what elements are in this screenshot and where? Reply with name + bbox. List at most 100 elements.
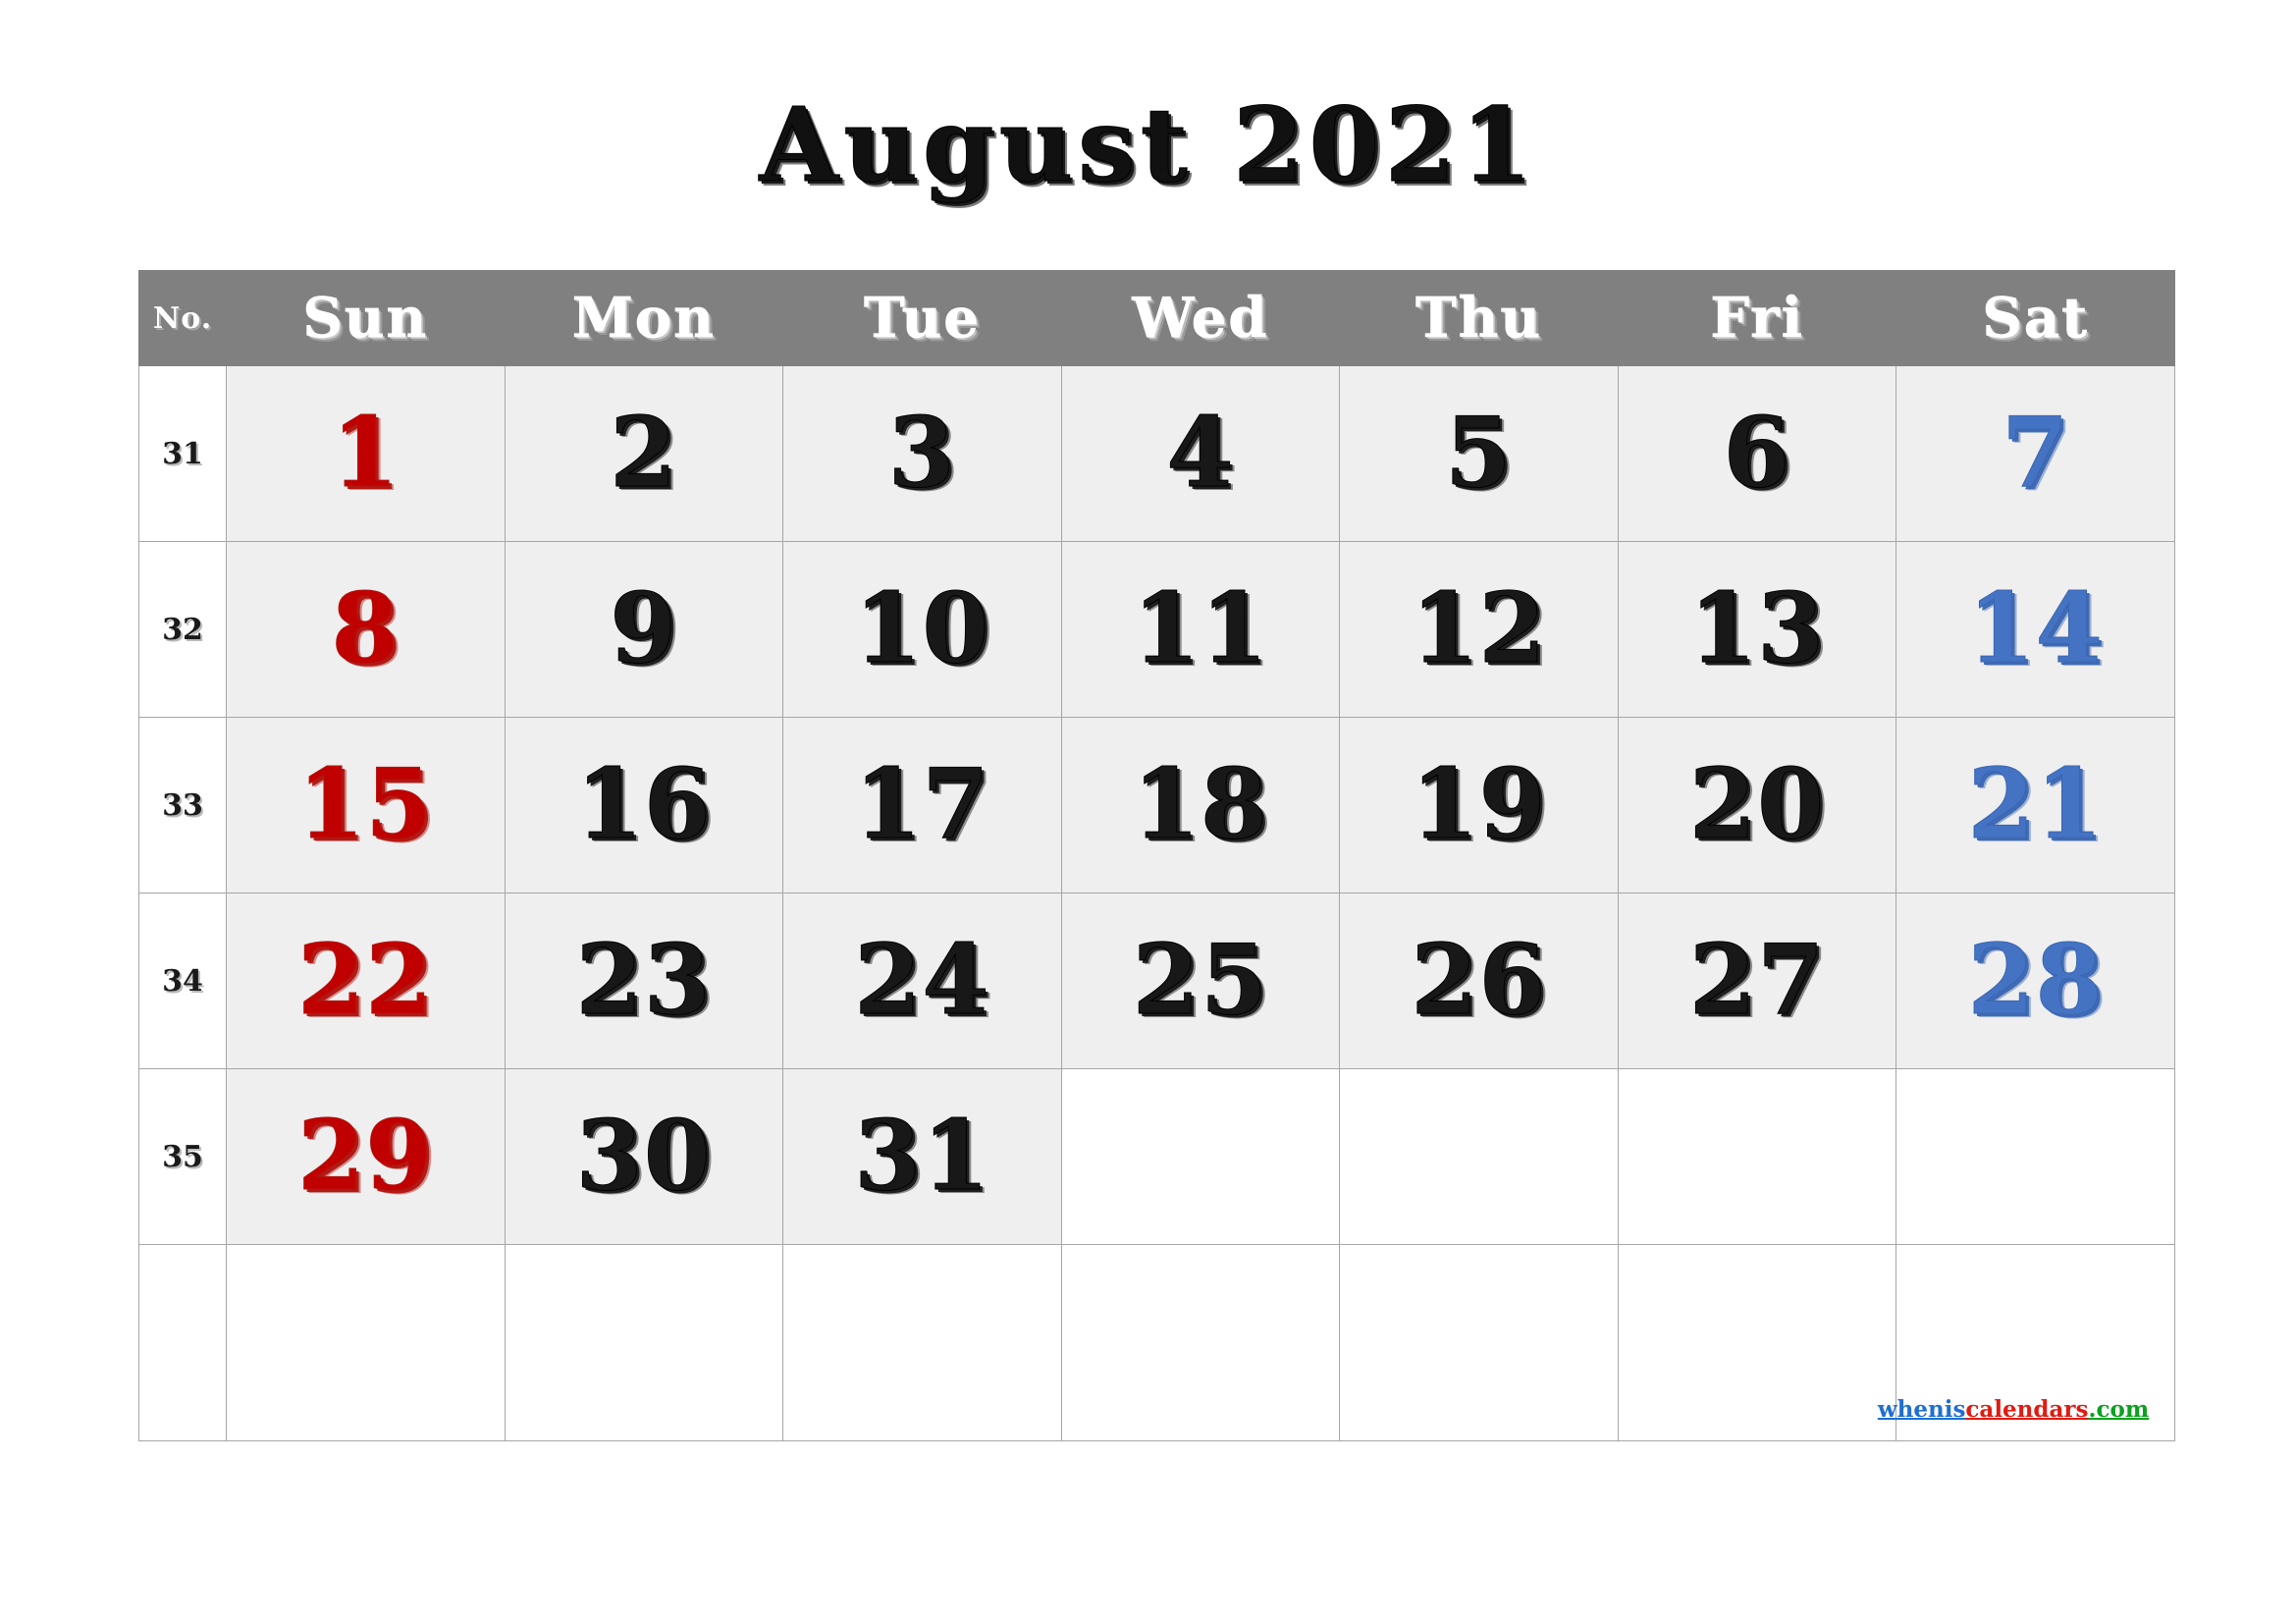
day-cell[interactable]: 29 [226,1068,506,1245]
watermark-part-3: .com [2088,1395,2150,1423]
watermark-part-1: whenis [1877,1395,1966,1423]
day-number: 4 [1166,397,1235,510]
day-cell[interactable]: 1 [226,365,506,542]
day-cell-empty[interactable] [1896,1068,2175,1245]
day-cell[interactable]: 23 [504,893,784,1069]
day-cell[interactable]: 18 [1060,717,1341,893]
calendar-week-row: 32 8 9 10 11 12 13 14 [138,541,2175,718]
day-cell[interactable]: 14 [1896,541,2175,718]
day-cell[interactable]: 25 [1060,893,1341,1069]
day-number: 29 [297,1100,434,1213]
day-number: 19 [1411,748,1547,861]
header-week-number: No. [138,270,227,366]
day-cell[interactable]: 16 [504,717,784,893]
day-cell-empty[interactable] [1617,1244,1897,1441]
header-day-fri: Fri [1617,270,1897,366]
day-cell[interactable]: 24 [782,893,1062,1069]
week-number-cell [138,1244,227,1441]
calendar-table: No. Sun Mon Tue Wed Thu Fri Sat 31 1 2 3 4 5 6… [138,270,2175,1441]
day-cell[interactable]: 17 [782,717,1062,893]
day-number: 12 [1411,572,1547,685]
calendar-page: August 2021 No. Sun Mon Tue Wed Thu Fri … [0,0,2296,1624]
day-number: 30 [575,1100,713,1213]
day-number: 31 [854,1100,990,1213]
day-cell[interactable]: 15 [226,717,506,893]
day-number: 17 [854,748,990,861]
day-cell[interactable]: 9 [504,541,784,718]
day-number: 3 [887,397,956,510]
day-cell[interactable]: 10 [782,541,1062,718]
day-cell[interactable]: 11 [1060,541,1341,718]
day-number: 21 [1967,748,2104,861]
day-cell[interactable]: 27 [1617,893,1897,1069]
day-cell-empty[interactable] [1339,1244,1619,1441]
day-number: 11 [1132,572,1269,685]
day-number: 22 [297,924,434,1037]
day-cell-empty[interactable] [226,1244,506,1441]
day-number: 27 [1688,924,1826,1037]
calendar-week-row: 34 22 23 24 25 26 27 28 [138,893,2175,1069]
week-number-cell: 33 [138,717,227,893]
day-number: 24 [854,924,990,1037]
day-number: 25 [1132,924,1269,1037]
day-cell[interactable]: 5 [1339,365,1619,542]
site-watermark[interactable]: wheniscalendars.com [1866,1394,2161,1425]
day-number: 23 [575,924,713,1037]
header-day-sun: Sun [226,270,506,366]
day-number: 8 [331,572,400,685]
day-number: 15 [297,748,434,861]
day-cell[interactable]: 3 [782,365,1062,542]
week-number-cell: 34 [138,893,227,1069]
day-cell[interactable]: 19 [1339,717,1619,893]
day-cell[interactable]: 7 [1896,365,2175,542]
header-day-thu: Thu [1339,270,1619,366]
calendar-week-row: 31 1 2 3 4 5 6 7 [138,365,2175,542]
day-number: 14 [1967,572,2104,685]
day-cell-empty[interactable] [1617,1068,1897,1245]
day-cell[interactable]: 20 [1617,717,1897,893]
week-number-cell: 32 [138,541,227,718]
day-number: 5 [1444,397,1514,510]
calendar-week-row: wheniscalendars.com [138,1244,2175,1441]
header-day-wed: Wed [1060,270,1341,366]
day-cell-empty[interactable] [1339,1068,1619,1245]
week-number-cell: 31 [138,365,227,542]
day-number: 10 [854,572,990,685]
day-cell-empty[interactable] [1060,1244,1341,1441]
day-number: 13 [1688,572,1826,685]
day-cell[interactable]: 21 [1896,717,2175,893]
day-cell-empty[interactable] [504,1244,784,1441]
calendar-body: 31 1 2 3 4 5 6 7 32 8 9 10 11 12 13 14 33 15 16 17 18 19 20 21 3… [138,365,2175,1441]
day-cell[interactable]: 30 [504,1068,784,1245]
day-cell-empty[interactable] [782,1244,1062,1441]
page-title: August 2021 [759,84,1537,205]
day-number: 18 [1132,748,1269,861]
week-number-cell: 35 [138,1068,227,1245]
day-number: 26 [1411,924,1547,1037]
calendar-week-row: 35 29 30 31 [138,1068,2175,1245]
day-cell[interactable]: 12 [1339,541,1619,718]
day-cell[interactable]: 2 [504,365,784,542]
day-cell[interactable]: 6 [1617,365,1897,542]
calendar-week-row: 33 15 16 17 18 19 20 21 [138,717,2175,893]
day-cell[interactable]: 4 [1060,365,1341,542]
day-cell-empty[interactable]: wheniscalendars.com [1878,1244,2175,1441]
watermark-part-2: calendars [1965,1395,2089,1423]
day-cell-empty[interactable] [1060,1068,1341,1245]
day-cell[interactable]: 13 [1617,541,1897,718]
day-cell[interactable]: 26 [1339,893,1619,1069]
day-number: 1 [331,397,400,510]
day-number: 9 [610,572,678,685]
header-day-sat: Sat [1896,270,2175,366]
header-row: No. Sun Mon Tue Wed Thu Fri Sat [138,270,2175,366]
day-number: 16 [575,748,713,861]
calendar-header: No. Sun Mon Tue Wed Thu Fri Sat [138,270,2175,366]
day-number: 6 [1723,397,1791,510]
day-cell[interactable]: 22 [226,893,506,1069]
day-cell[interactable]: 31 [782,1068,1062,1245]
day-number: 7 [2002,397,2070,510]
day-cell[interactable]: 28 [1896,893,2175,1069]
day-number: 2 [610,397,678,510]
day-number: 20 [1688,748,1826,861]
day-cell[interactable]: 8 [226,541,506,718]
